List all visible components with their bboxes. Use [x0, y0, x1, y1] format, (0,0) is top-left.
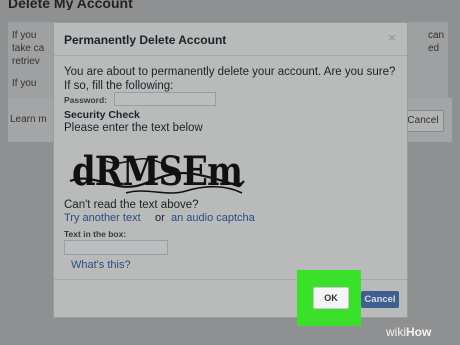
background-fragment: ed — [428, 43, 440, 54]
page-header: Delete My Account — [8, 0, 133, 10]
dialog-title: Permanently Delete Account — [64, 33, 227, 47]
password-input[interactable] — [114, 92, 216, 106]
cancel-button[interactable]: Cancel — [361, 291, 399, 308]
cant-read-text: Can't read the text above? — [64, 199, 199, 211]
background-line: If you — [12, 30, 37, 41]
background-cancel-button[interactable]: Cancel — [402, 110, 444, 132]
learn-more-link[interactable]: Learn m — [10, 114, 47, 125]
or-text: or — [155, 212, 165, 224]
fill-prompt: If so, fill the following: — [64, 80, 174, 92]
captcha-instruction: Please enter the text below — [64, 122, 203, 134]
security-check-heading: Security Check — [64, 109, 140, 121]
captcha-answer-input[interactable] — [64, 240, 168, 255]
wikihow-watermark: wikiHow — [386, 325, 431, 339]
confirm-message: You are about to permanently delete your… — [64, 66, 396, 78]
background-fragment: can — [428, 30, 445, 41]
background-line: take ca — [12, 43, 45, 54]
watermark-light: wiki — [386, 325, 406, 339]
background-line: retriev — [12, 56, 40, 67]
close-icon[interactable]: × — [385, 31, 399, 45]
password-label: Password: — [64, 95, 107, 105]
captcha-image: dRMSEm — [69, 148, 245, 195]
ok-button[interactable]: OK — [313, 287, 349, 309]
dialog-header-divider — [54, 55, 407, 56]
background-line: If you — [12, 78, 37, 89]
try-another-text-link[interactable]: Try another text — [64, 212, 141, 224]
audio-captcha-link[interactable]: an audio captcha — [171, 212, 255, 224]
watermark-bold: How — [406, 325, 432, 339]
captcha-text: dRMSEm — [72, 148, 243, 195]
whats-this-link[interactable]: What's this? — [71, 259, 131, 271]
text-in-box-label: Text in the box: — [64, 229, 127, 239]
